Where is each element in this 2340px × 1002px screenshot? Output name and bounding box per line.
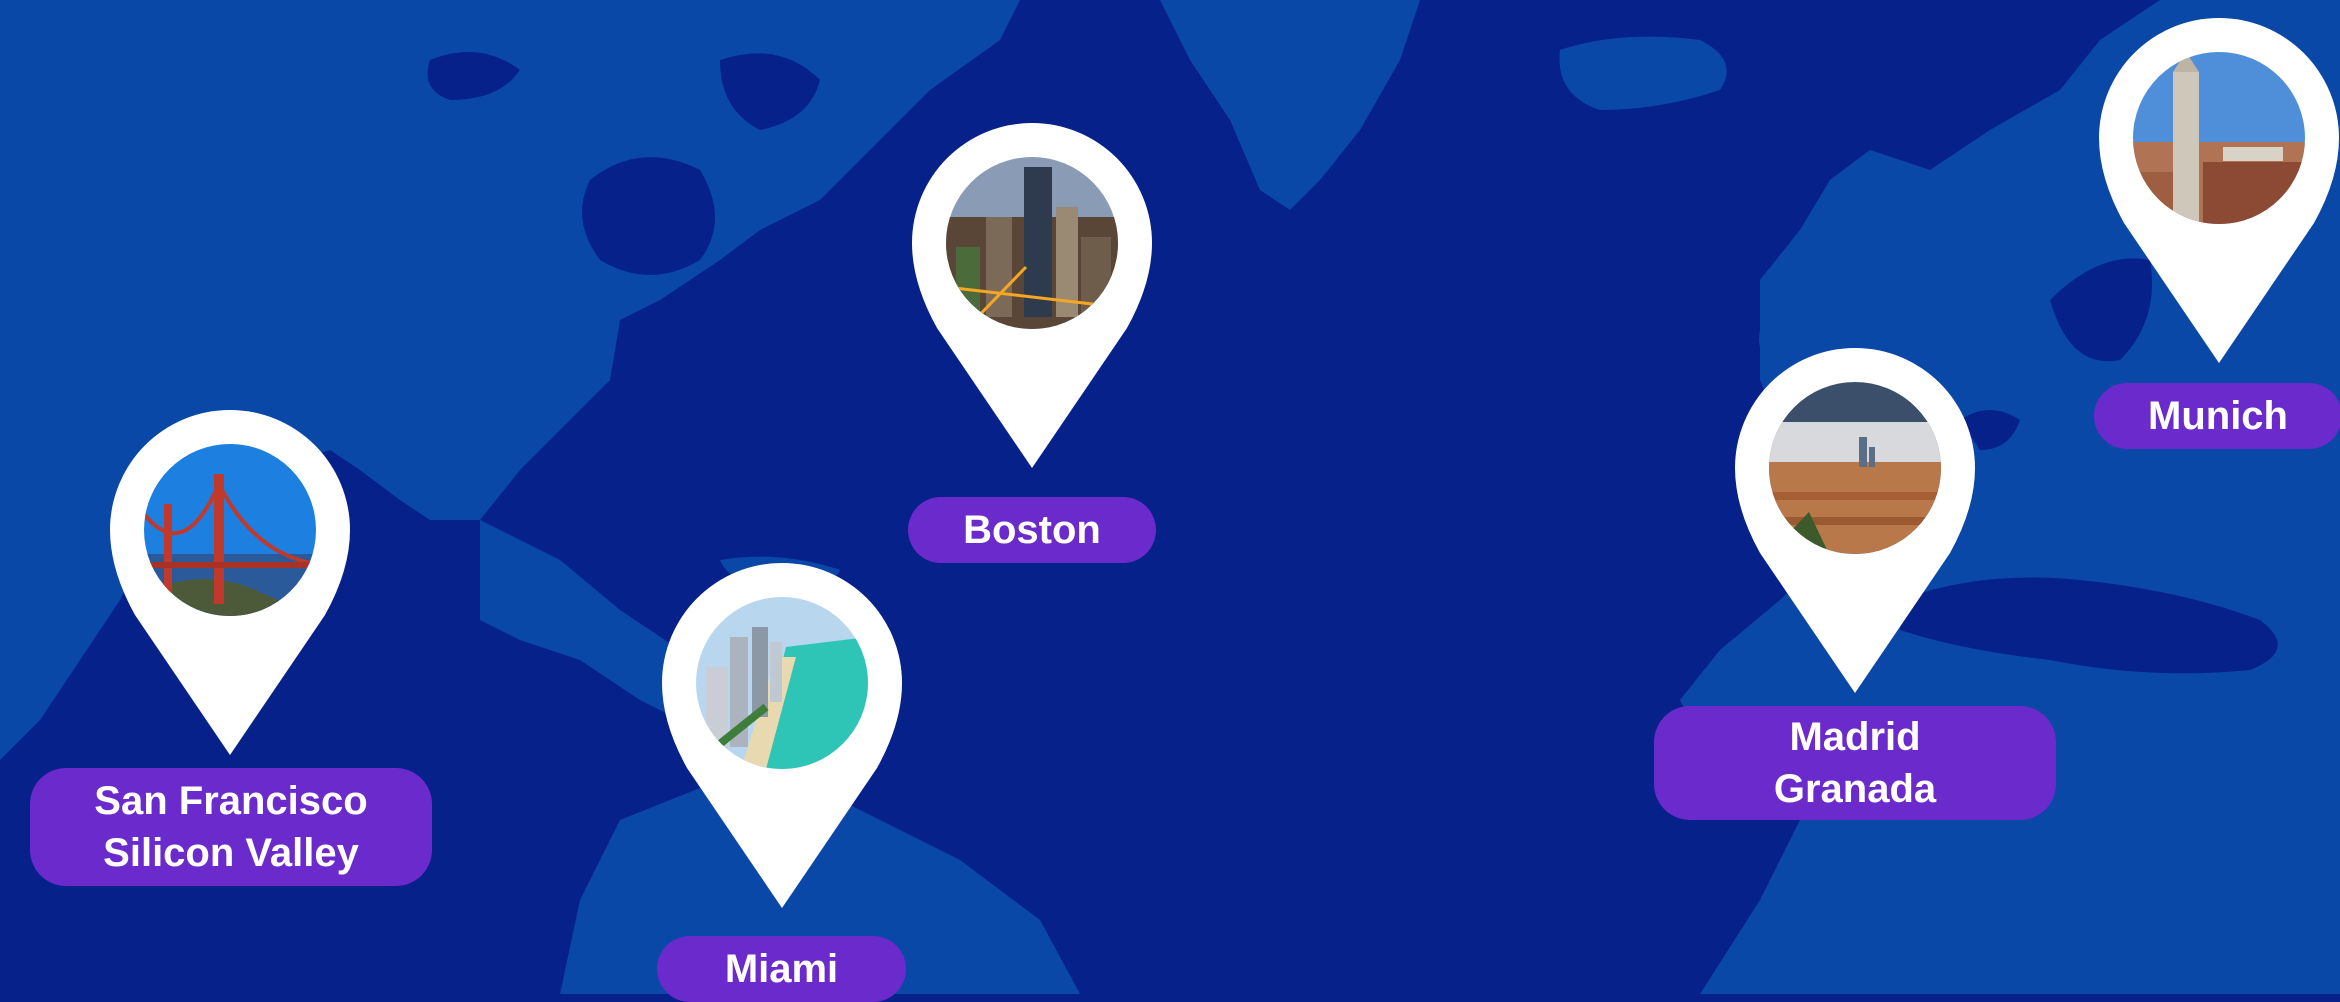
- map-pin-miami[interactable]: [662, 563, 902, 908]
- label-miami: Miami: [657, 936, 906, 1002]
- label-line: Silicon Valley: [103, 831, 359, 875]
- label-madrid: Madrid Granada: [1654, 706, 2056, 820]
- boston-skyline-photo: [946, 157, 1118, 329]
- miami-beach-photo: [696, 597, 868, 769]
- label-line: Miami: [724, 947, 839, 991]
- golden-gate-bridge-photo: [144, 444, 316, 616]
- label-line: San Francisco: [94, 779, 368, 823]
- label-line: Granada: [1773, 767, 1937, 811]
- label-line: Madrid: [1789, 715, 1921, 759]
- map-pin-madrid[interactable]: [1735, 348, 1975, 693]
- label-boston: Boston: [908, 497, 1156, 563]
- label-munich: Munich: [2094, 383, 2340, 449]
- munich-town-hall-photo: [2133, 52, 2305, 224]
- label-line: Boston: [963, 508, 1101, 552]
- map-pin-munich[interactable]: [2099, 18, 2339, 363]
- label-san-francisco: San Francisco Silicon Valley: [30, 768, 432, 886]
- map-pin-boston[interactable]: [912, 123, 1152, 468]
- map-pin-san-francisco[interactable]: [110, 410, 350, 755]
- label-line: Munich: [2148, 394, 2288, 438]
- madrid-cityscape-photo: [1769, 382, 1941, 554]
